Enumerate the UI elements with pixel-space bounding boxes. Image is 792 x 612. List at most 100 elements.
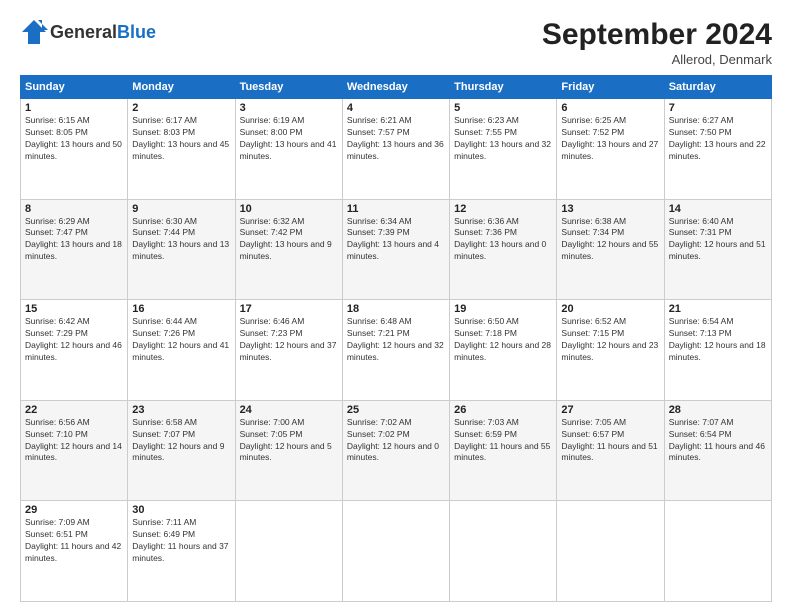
calendar-week-row: 8Sunrise: 6:29 AMSunset: 7:47 PMDaylight… [21,199,772,300]
calendar-cell: 12Sunrise: 6:36 AMSunset: 7:36 PMDayligh… [450,199,557,300]
calendar-week-row: 22Sunrise: 6:56 AMSunset: 7:10 PMDayligh… [21,400,772,501]
day-number: 21 [669,303,767,315]
day-number: 7 [669,102,767,114]
calendar-cell: 10Sunrise: 6:32 AMSunset: 7:42 PMDayligh… [235,199,342,300]
calendar-cell: 9Sunrise: 6:30 AMSunset: 7:44 PMDaylight… [128,199,235,300]
calendar-cell: 24Sunrise: 7:00 AMSunset: 7:05 PMDayligh… [235,400,342,501]
day-info: Sunrise: 6:32 AMSunset: 7:42 PMDaylight:… [240,216,338,264]
day-header-monday: Monday [128,76,235,99]
calendar-cell: 20Sunrise: 6:52 AMSunset: 7:15 PMDayligh… [557,300,664,401]
day-number: 24 [240,404,338,416]
day-number: 16 [132,303,230,315]
logo-icon [20,18,48,46]
calendar-cell: 13Sunrise: 6:38 AMSunset: 7:34 PMDayligh… [557,199,664,300]
calendar-week-row: 29Sunrise: 7:09 AMSunset: 6:51 PMDayligh… [21,501,772,602]
day-number: 17 [240,303,338,315]
day-number: 26 [454,404,552,416]
day-info: Sunrise: 7:07 AMSunset: 6:54 PMDaylight:… [669,417,767,465]
day-number: 29 [25,504,123,516]
day-info: Sunrise: 6:19 AMSunset: 8:00 PMDaylight:… [240,115,338,163]
calendar-cell: 25Sunrise: 7:02 AMSunset: 7:02 PMDayligh… [342,400,449,501]
calendar-cell: 6Sunrise: 6:25 AMSunset: 7:52 PMDaylight… [557,99,664,200]
calendar-week-row: 15Sunrise: 6:42 AMSunset: 7:29 PMDayligh… [21,300,772,401]
day-number: 10 [240,203,338,215]
day-header-saturday: Saturday [664,76,771,99]
logo: GeneralBlue [20,18,156,46]
calendar-cell: 7Sunrise: 6:27 AMSunset: 7:50 PMDaylight… [664,99,771,200]
day-info: Sunrise: 6:25 AMSunset: 7:52 PMDaylight:… [561,115,659,163]
location: Allerod, Denmark [542,52,772,67]
day-info: Sunrise: 6:17 AMSunset: 8:03 PMDaylight:… [132,115,230,163]
day-number: 28 [669,404,767,416]
day-info: Sunrise: 6:58 AMSunset: 7:07 PMDaylight:… [132,417,230,465]
day-info: Sunrise: 6:46 AMSunset: 7:23 PMDaylight:… [240,316,338,364]
day-info: Sunrise: 6:29 AMSunset: 7:47 PMDaylight:… [25,216,123,264]
calendar-cell: 23Sunrise: 6:58 AMSunset: 7:07 PMDayligh… [128,400,235,501]
calendar-cell: 11Sunrise: 6:34 AMSunset: 7:39 PMDayligh… [342,199,449,300]
day-info: Sunrise: 6:27 AMSunset: 7:50 PMDaylight:… [669,115,767,163]
day-header-friday: Friday [557,76,664,99]
calendar-cell: 5Sunrise: 6:23 AMSunset: 7:55 PMDaylight… [450,99,557,200]
day-info: Sunrise: 6:44 AMSunset: 7:26 PMDaylight:… [132,316,230,364]
day-number: 13 [561,203,659,215]
day-info: Sunrise: 6:42 AMSunset: 7:29 PMDaylight:… [25,316,123,364]
calendar: SundayMondayTuesdayWednesdayThursdayFrid… [20,75,772,602]
day-info: Sunrise: 6:23 AMSunset: 7:55 PMDaylight:… [454,115,552,163]
day-info: Sunrise: 7:02 AMSunset: 7:02 PMDaylight:… [347,417,445,465]
calendar-week-row: 1Sunrise: 6:15 AMSunset: 8:05 PMDaylight… [21,99,772,200]
day-number: 30 [132,504,230,516]
day-number: 20 [561,303,659,315]
day-header-wednesday: Wednesday [342,76,449,99]
day-number: 3 [240,102,338,114]
day-header-sunday: Sunday [21,76,128,99]
day-number: 27 [561,404,659,416]
day-number: 12 [454,203,552,215]
day-number: 2 [132,102,230,114]
day-number: 22 [25,404,123,416]
logo-blue-text: Blue [117,22,156,42]
calendar-cell: 30Sunrise: 7:11 AMSunset: 6:49 PMDayligh… [128,501,235,602]
day-info: Sunrise: 6:21 AMSunset: 7:57 PMDaylight:… [347,115,445,163]
calendar-cell: 1Sunrise: 6:15 AMSunset: 8:05 PMDaylight… [21,99,128,200]
title-section: September 2024 Allerod, Denmark [542,18,772,67]
day-number: 5 [454,102,552,114]
day-number: 1 [25,102,123,114]
calendar-cell [557,501,664,602]
month-title: September 2024 [542,18,772,52]
calendar-cell: 26Sunrise: 7:03 AMSunset: 6:59 PMDayligh… [450,400,557,501]
calendar-cell: 27Sunrise: 7:05 AMSunset: 6:57 PMDayligh… [557,400,664,501]
day-info: Sunrise: 6:36 AMSunset: 7:36 PMDaylight:… [454,216,552,264]
calendar-cell: 15Sunrise: 6:42 AMSunset: 7:29 PMDayligh… [21,300,128,401]
day-number: 9 [132,203,230,215]
day-info: Sunrise: 6:34 AMSunset: 7:39 PMDaylight:… [347,216,445,264]
day-number: 8 [25,203,123,215]
day-info: Sunrise: 7:05 AMSunset: 6:57 PMDaylight:… [561,417,659,465]
calendar-cell [450,501,557,602]
calendar-cell: 16Sunrise: 6:44 AMSunset: 7:26 PMDayligh… [128,300,235,401]
day-info: Sunrise: 6:56 AMSunset: 7:10 PMDaylight:… [25,417,123,465]
calendar-header-row: SundayMondayTuesdayWednesdayThursdayFrid… [21,76,772,99]
day-info: Sunrise: 6:54 AMSunset: 7:13 PMDaylight:… [669,316,767,364]
day-info: Sunrise: 7:00 AMSunset: 7:05 PMDaylight:… [240,417,338,465]
calendar-cell: 22Sunrise: 6:56 AMSunset: 7:10 PMDayligh… [21,400,128,501]
calendar-cell [342,501,449,602]
day-number: 25 [347,404,445,416]
calendar-cell: 4Sunrise: 6:21 AMSunset: 7:57 PMDaylight… [342,99,449,200]
day-info: Sunrise: 7:11 AMSunset: 6:49 PMDaylight:… [132,517,230,565]
day-info: Sunrise: 6:15 AMSunset: 8:05 PMDaylight:… [25,115,123,163]
day-number: 15 [25,303,123,315]
calendar-cell: 17Sunrise: 6:46 AMSunset: 7:23 PMDayligh… [235,300,342,401]
calendar-cell: 3Sunrise: 6:19 AMSunset: 8:00 PMDaylight… [235,99,342,200]
day-number: 19 [454,303,552,315]
calendar-cell [664,501,771,602]
calendar-cell: 18Sunrise: 6:48 AMSunset: 7:21 PMDayligh… [342,300,449,401]
calendar-cell [235,501,342,602]
day-info: Sunrise: 7:09 AMSunset: 6:51 PMDaylight:… [25,517,123,565]
day-info: Sunrise: 6:48 AMSunset: 7:21 PMDaylight:… [347,316,445,364]
calendar-cell: 2Sunrise: 6:17 AMSunset: 8:03 PMDaylight… [128,99,235,200]
day-header-tuesday: Tuesday [235,76,342,99]
logo-general-text: General [50,22,117,42]
day-info: Sunrise: 7:03 AMSunset: 6:59 PMDaylight:… [454,417,552,465]
calendar-cell: 21Sunrise: 6:54 AMSunset: 7:13 PMDayligh… [664,300,771,401]
calendar-cell: 19Sunrise: 6:50 AMSunset: 7:18 PMDayligh… [450,300,557,401]
